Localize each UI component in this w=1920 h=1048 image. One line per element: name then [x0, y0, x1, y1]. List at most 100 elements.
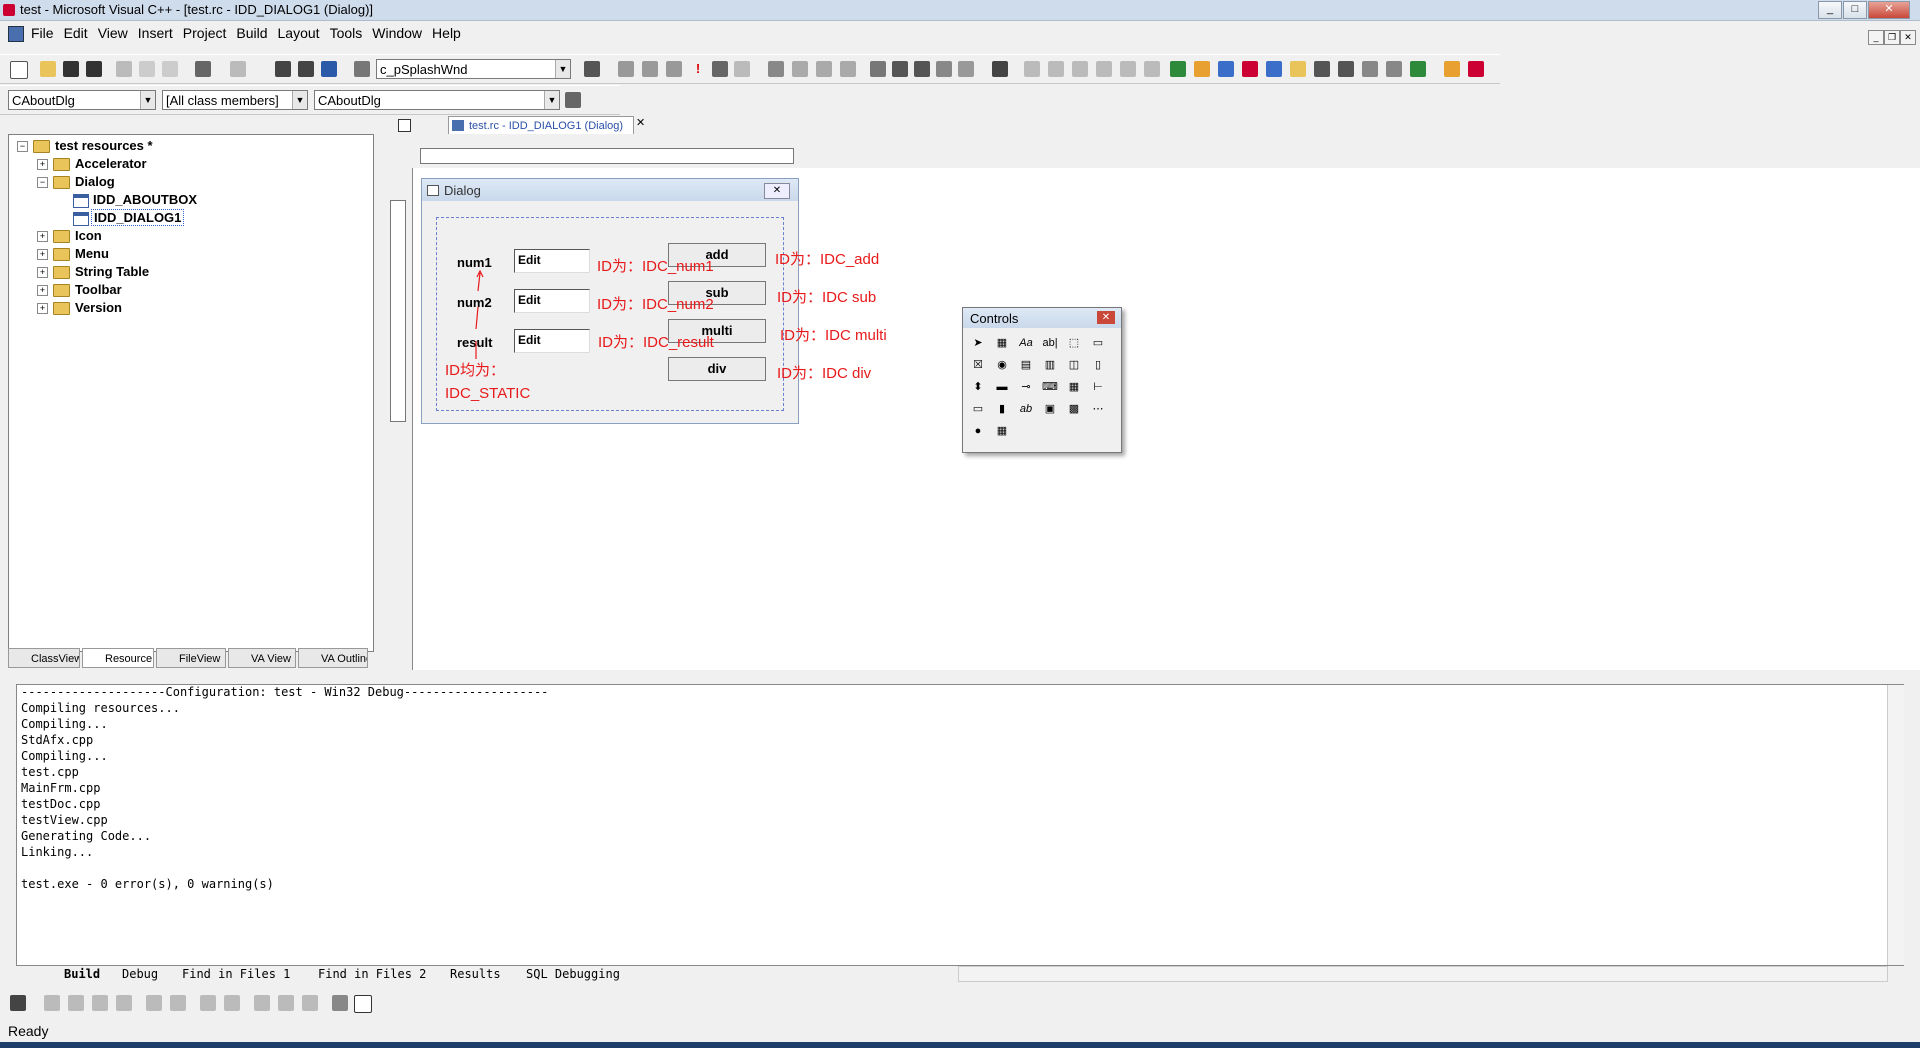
va-icon-4[interactable] [1242, 61, 1258, 77]
memory-icon[interactable] [1096, 61, 1112, 77]
copy-icon[interactable] [139, 61, 155, 77]
ip-address-icon[interactable]: ⋯ [1089, 400, 1107, 418]
list-box-icon[interactable]: ▥ [1041, 356, 1059, 374]
spell-check-icon[interactable] [1410, 61, 1426, 77]
chevron-down-icon[interactable]: ▼ [555, 60, 570, 78]
debug-icon-4[interactable] [840, 61, 856, 77]
tab-control-icon[interactable]: ▭ [969, 400, 987, 418]
va-icon-10[interactable] [1468, 61, 1484, 77]
paste-icon[interactable] [162, 61, 178, 77]
extended-combo-icon[interactable]: ▦ [993, 422, 1011, 440]
menu-tools[interactable]: Tools [325, 22, 368, 44]
maximize-button[interactable]: □ [1843, 1, 1867, 19]
expand-icon[interactable]: + [37, 303, 48, 314]
tab-va-view[interactable]: VA View [228, 648, 296, 668]
expand-icon[interactable]: + [37, 285, 48, 296]
chevron-down-icon[interactable]: ▼ [140, 91, 155, 109]
close-icon[interactable]: ✕ [1097, 311, 1115, 324]
minimize-button[interactable]: _ [1818, 1, 1842, 19]
step-out-icon[interactable] [936, 61, 952, 77]
go-icon[interactable] [712, 61, 728, 77]
va-icon-8[interactable] [1386, 61, 1402, 77]
forward-arrow-icon[interactable] [1338, 61, 1354, 77]
filter-combo[interactable]: [All class members] ▼ [162, 90, 308, 110]
expand-icon[interactable]: + [37, 231, 48, 242]
output-icon[interactable] [298, 61, 314, 77]
group-box-icon[interactable]: ⬚ [1065, 334, 1083, 352]
va-icon-3[interactable] [1218, 61, 1234, 77]
save-all-icon[interactable] [86, 61, 102, 77]
align-left-icon[interactable] [44, 995, 60, 1011]
va-icon-6[interactable] [1290, 61, 1306, 77]
horizontal-scrollbar-icon[interactable]: ◫ [1065, 356, 1083, 374]
tab-sql-debugging[interactable]: SQL Debugging [526, 966, 620, 982]
close-button[interactable]: ✕ [1868, 1, 1910, 19]
undo-icon[interactable] [195, 61, 211, 77]
tab-va-outline[interactable]: VA Outline [298, 648, 368, 668]
cut-icon[interactable] [116, 61, 132, 77]
execute-icon[interactable]: ! [690, 61, 706, 77]
va-icon-1[interactable] [1170, 61, 1186, 77]
menu-insert[interactable]: Insert [133, 22, 178, 44]
registers-icon[interactable] [1072, 61, 1088, 77]
slider-icon[interactable]: ⊸ [1017, 378, 1035, 396]
expand-icon[interactable]: + [37, 159, 48, 170]
find-files-icon[interactable] [354, 61, 370, 77]
align-right-icon[interactable] [68, 995, 84, 1011]
align-bottom-icon[interactable] [116, 995, 132, 1011]
edit-box-icon[interactable]: ab| [1041, 334, 1059, 352]
quick-watch-icon[interactable] [992, 61, 1008, 77]
vertical-scrollbar-icon[interactable]: ▯ [1089, 356, 1107, 374]
va-icon-9[interactable] [1444, 61, 1460, 77]
step-arrow-icon[interactable] [870, 61, 886, 77]
chevron-down-icon[interactable]: ▼ [292, 91, 307, 109]
build-icon[interactable] [642, 61, 658, 77]
picture-icon[interactable]: ▦ [993, 334, 1011, 352]
rich-edit-icon[interactable]: ab [1017, 400, 1035, 418]
check-box-icon[interactable]: ☒ [969, 356, 987, 374]
wizard-action-icon[interactable] [565, 92, 581, 108]
workspace-icon[interactable] [275, 61, 291, 77]
toggle-grid-icon[interactable] [332, 995, 348, 1011]
tab-build[interactable]: Build [64, 966, 100, 982]
test-dialog-icon[interactable] [10, 995, 26, 1011]
align-top-icon[interactable] [92, 995, 108, 1011]
animate-icon[interactable]: ▮ [993, 400, 1011, 418]
custom-control-icon[interactable]: ● [969, 422, 987, 440]
date-time-icon[interactable]: ▣ [1041, 400, 1059, 418]
search-combo[interactable]: c_pSplashWnd ▼ [376, 59, 571, 79]
output-window[interactable]: --------------------Configuration: test … [16, 684, 1904, 966]
button-icon[interactable]: ▭ [1089, 334, 1107, 352]
output-vertical-scrollbar[interactable] [1887, 685, 1904, 965]
menu-window[interactable]: Window [367, 22, 427, 44]
close-icon[interactable]: ✕ [636, 116, 645, 129]
tab-resourceview[interactable]: Resource [82, 648, 154, 668]
center-horizontal-icon[interactable] [170, 995, 186, 1011]
debug-icon-3[interactable] [816, 61, 832, 77]
menu-project[interactable]: Project [178, 22, 232, 44]
tab-find-in-files-1[interactable]: Find in Files 1 [182, 966, 290, 982]
run-to-cursor-icon[interactable] [958, 61, 974, 77]
combo-box-icon[interactable]: ▤ [1017, 356, 1035, 374]
tab-fileview[interactable]: FileView [156, 648, 226, 668]
debug-icon-1[interactable] [768, 61, 784, 77]
watch-icon[interactable] [1024, 61, 1040, 77]
static-text-icon[interactable]: Aa [1017, 334, 1035, 352]
compile-icon[interactable] [618, 61, 634, 77]
list-control-icon[interactable]: ▦ [1065, 378, 1083, 396]
step-over-icon[interactable] [914, 61, 930, 77]
center-vertical-icon[interactable] [146, 995, 162, 1011]
tab-results[interactable]: Results [450, 966, 501, 982]
output-horizontal-scrollbar[interactable] [958, 966, 1888, 982]
back-arrow-icon[interactable] [1314, 61, 1330, 77]
va-icon-2[interactable] [1194, 61, 1210, 77]
mdi-minimize-button[interactable]: _ [1868, 30, 1884, 45]
va-icon-5[interactable] [1266, 61, 1282, 77]
debug-icon-2[interactable] [792, 61, 808, 77]
open-icon[interactable] [40, 61, 56, 77]
call-stack-icon[interactable] [1120, 61, 1136, 77]
redo-icon[interactable] [230, 61, 246, 77]
disassembly-icon[interactable] [1144, 61, 1160, 77]
class-combo[interactable]: CAboutDlg ▼ [8, 90, 156, 110]
controls-palette[interactable]: Controls ✕ ➤ ▦ Aa ab| ⬚ ▭ ☒ ◉ ▤ ▥ ◫ ▯ ⬍ … [962, 307, 1122, 453]
